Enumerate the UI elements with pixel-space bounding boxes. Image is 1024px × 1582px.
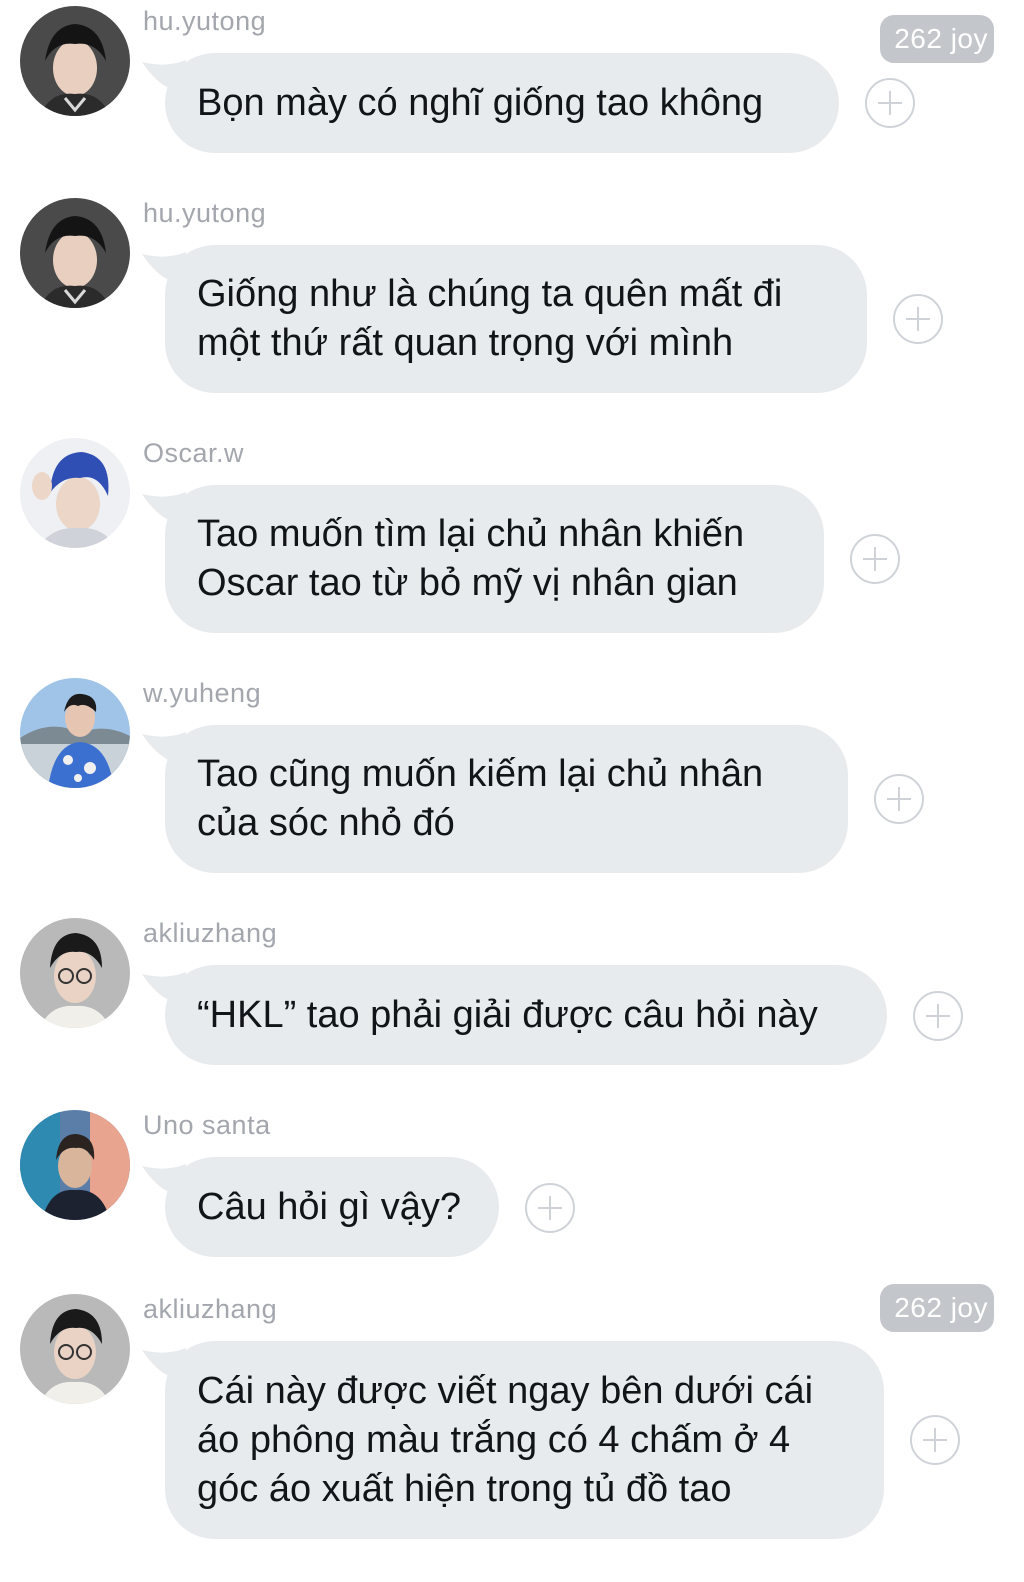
username[interactable]: w.yuheng: [143, 678, 261, 709]
message-bubble[interactable]: Câu hỏi gì vậy?: [165, 1157, 499, 1257]
message-bubble[interactable]: Tao cũng muốn kiếm lại chủ nhân của sóc …: [165, 725, 848, 873]
avatar-w-yuheng[interactable]: [20, 678, 130, 788]
message-text: “HKL” tao phải giải được câu hỏi này: [197, 993, 818, 1036]
username[interactable]: akliuzhang: [143, 1294, 277, 1325]
add-reaction-button[interactable]: [913, 991, 963, 1041]
username[interactable]: Uno santa: [143, 1110, 271, 1141]
username[interactable]: hu.yutong: [143, 198, 266, 229]
username[interactable]: Oscar.w: [143, 438, 244, 469]
message-text: Câu hỏi gì vậy?: [197, 1185, 462, 1228]
username[interactable]: hu.yutong: [143, 6, 266, 37]
add-reaction-button[interactable]: [910, 1415, 960, 1465]
plus-circle-icon: [538, 1196, 562, 1220]
username[interactable]: akliuzhang: [143, 918, 277, 949]
add-reaction-button[interactable]: [874, 774, 924, 824]
add-reaction-button[interactable]: [865, 78, 915, 128]
message-bubble[interactable]: Giống như là chúng ta quên mất đi một th…: [165, 245, 867, 393]
avatar-hu-yutong[interactable]: [20, 6, 130, 116]
plus-circle-icon: [863, 547, 887, 571]
avatar-akliuzhang[interactable]: [20, 918, 130, 1028]
joy-badge: 262 joy: [880, 1284, 994, 1332]
message-bubble[interactable]: Tao muốn tìm lại chủ nhân khiến Oscar ta…: [165, 485, 824, 633]
message-bubble[interactable]: Cái này được viết ngay bên dưới cái áo p…: [165, 1341, 884, 1539]
avatar-hu-yutong[interactable]: [20, 198, 130, 308]
add-reaction-button[interactable]: [850, 534, 900, 584]
joy-badge: 262 joy: [880, 15, 994, 63]
message-text: Cái này được viết ngay bên dưới cái áo p…: [197, 1369, 814, 1510]
message-bubble[interactable]: Bọn mày có nghĩ giống tao không: [165, 53, 839, 153]
plus-circle-icon: [887, 787, 911, 811]
avatar-akliuzhang[interactable]: [20, 1294, 130, 1404]
plus-circle-icon: [926, 1004, 950, 1028]
add-reaction-button[interactable]: [893, 294, 943, 344]
plus-circle-icon: [878, 91, 902, 115]
avatar-uno-santa[interactable]: [20, 1110, 130, 1220]
message-text: Bọn mày có nghĩ giống tao không: [197, 81, 764, 124]
message-text: Giống như là chúng ta quên mất đi một th…: [197, 273, 783, 364]
message-text: Tao cũng muốn kiếm lại chủ nhân của sóc …: [197, 753, 764, 844]
message-text: Tao muốn tìm lại chủ nhân khiến Oscar ta…: [197, 513, 745, 604]
plus-circle-icon: [923, 1428, 947, 1452]
message-bubble[interactable]: “HKL” tao phải giải được câu hỏi này: [165, 965, 887, 1065]
avatar-oscar-w[interactable]: [20, 438, 130, 548]
add-reaction-button[interactable]: [525, 1183, 575, 1233]
plus-circle-icon: [906, 307, 930, 331]
